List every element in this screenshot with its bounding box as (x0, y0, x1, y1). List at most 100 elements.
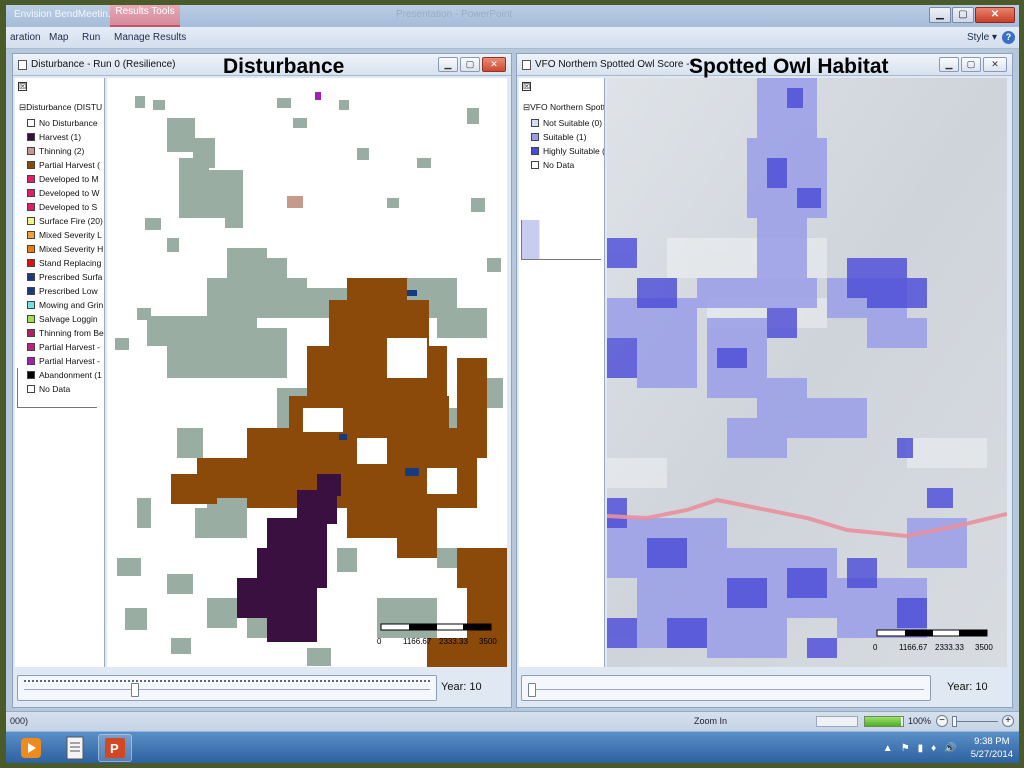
legend-header[interactable]: ⊟VFO Northern Spott (523, 102, 604, 113)
tab-preparation[interactable]: aration (10, 32, 41, 43)
mdi-close-button[interactable]: ✕ (983, 57, 1007, 72)
legend-item[interactable]: No Data (531, 158, 604, 172)
tab-run[interactable]: Run (82, 32, 100, 43)
timeline-slider-bar: Year: 10 (13, 667, 511, 707)
legend-label: Stand Replacing (39, 258, 102, 268)
action-center-flag-icon[interactable]: ⚑ (901, 743, 910, 754)
legend-label: Mixed Severity H (39, 244, 104, 254)
zoom-slider-thumb[interactable] (952, 716, 957, 727)
year-slider-thumb[interactable] (131, 683, 140, 697)
legend-list: Not Suitable (0) Suitable (1) Highly Suita… (531, 116, 604, 172)
style-menu[interactable]: Style ▾ (967, 32, 997, 43)
legend-item[interactable]: Stand Replacing (27, 256, 104, 270)
legend-toggle-icon[interactable]: ☒ (18, 82, 27, 91)
spotted-owl-map[interactable]: 0 1166.67 2333.33 3500 (607, 78, 1007, 668)
legend-swatch (27, 231, 35, 239)
tab-map[interactable]: Map (49, 32, 68, 43)
year-slider[interactable] (521, 675, 931, 701)
legend-item[interactable]: Salvage Loggin (27, 312, 104, 326)
scale-label-0: 0 (377, 637, 382, 646)
scale-label-1: 1166.67 (899, 643, 928, 652)
app-title: Envision BendMeetin... (14, 9, 117, 20)
legend-item[interactable]: Partial Harvest - (27, 340, 104, 354)
minimize-button[interactable]: ▁ (929, 7, 951, 23)
zoom-in-label: Zoom In (694, 716, 728, 726)
legend-label: No Data (543, 160, 575, 170)
year-slider-thumb[interactable] (528, 683, 536, 697)
help-icon[interactable]: ? (1002, 31, 1015, 44)
mdi-minimize-button[interactable]: ▁ (438, 57, 458, 72)
map-window-icon (522, 60, 531, 70)
mdi-restore-button[interactable]: ▢ (460, 57, 480, 72)
scale-label-3: 3500 (975, 643, 993, 652)
legend-histogram (17, 368, 97, 408)
legend-label: Not Suitable (0) (543, 118, 603, 128)
powerpoint-icon: P (105, 738, 125, 758)
mdi-controls: ▁ ▢ ✕ (438, 57, 506, 72)
maximize-button[interactable]: ▢ (952, 7, 974, 23)
slider-ticks (24, 680, 430, 682)
legend-label: Thinning from Be (39, 328, 104, 338)
mdi-close-button[interactable]: ✕ (482, 57, 506, 72)
legend-item[interactable]: Thinning from Be (27, 326, 104, 340)
mdi-minimize-button[interactable]: ▁ (939, 57, 959, 72)
legend-panel: ☒ ⊟Disturbance (DISTU No Disturbance Harv… (15, 78, 105, 683)
document-taskbar-button[interactable] (58, 734, 92, 762)
scale-label-0: 0 (873, 643, 878, 652)
powerpoint-taskbar-button[interactable]: P (98, 734, 132, 762)
year-slider[interactable] (17, 675, 437, 701)
workspace: Disturbance - Run 0 (Resilience) Disturb… (6, 49, 1019, 711)
legend-swatch (27, 161, 35, 169)
legend-label: Mowing and Grin (39, 300, 104, 310)
media-player-taskbar-button[interactable] (14, 734, 48, 762)
legend-swatch (531, 133, 539, 141)
clock[interactable]: 9:38 PM 5/27/2014 (971, 735, 1013, 761)
legend-item[interactable]: Suitable (1) (531, 130, 604, 144)
disturbance-map[interactable]: 0 1166.67 2333.33 3500 (107, 78, 507, 668)
legend-item[interactable]: Developed to S (27, 200, 104, 214)
legend-item[interactable]: Not Suitable (0) (531, 116, 604, 130)
legend-item[interactable]: Mowing and Grin (27, 298, 104, 312)
legend-item[interactable]: Highly Suitable ( (531, 144, 604, 158)
slider-line (24, 689, 430, 690)
close-button[interactable]: ✕ (975, 7, 1015, 23)
mdi-restore-button[interactable]: ▢ (961, 57, 981, 72)
legend-item[interactable]: Harvest (1) (27, 130, 104, 144)
legend-label: Thinning (2) (39, 146, 85, 156)
legend-swatch (531, 161, 539, 169)
legend-swatch (27, 189, 35, 197)
document-icon (66, 736, 84, 760)
legend-toggle-icon[interactable]: ☒ (522, 82, 531, 91)
show-hidden-icons-icon[interactable]: ▲ (883, 743, 893, 754)
legend-header[interactable]: ⊟Disturbance (DISTU (19, 102, 102, 113)
legend-label: Mixed Severity L (39, 230, 102, 240)
legend-item[interactable]: Developed to W (27, 186, 104, 200)
legend-label: Harvest (1) (39, 132, 82, 142)
zoom-in-button[interactable]: + (1002, 715, 1014, 727)
tab-manage-results[interactable]: Manage Results (114, 32, 186, 43)
legend-item[interactable]: No Disturbance (27, 116, 104, 130)
slide-title-disturbance: Disturbance (223, 55, 345, 78)
legend-item[interactable]: Surface Fire (20) (27, 214, 104, 228)
legend-swatch (27, 315, 35, 323)
legend-item[interactable]: Prescribed Low (27, 284, 104, 298)
zoom-out-button[interactable]: − (936, 715, 948, 727)
legend-swatch (27, 245, 35, 253)
legend-item[interactable]: Thinning (2) (27, 144, 104, 158)
legend-swatch (27, 357, 35, 365)
legend-label: Developed to S (39, 202, 98, 212)
legend-item[interactable]: Developed to M (27, 172, 104, 186)
clock-time: 9:38 PM (974, 736, 1010, 747)
legend-item[interactable]: Partial Harvest - (27, 354, 104, 368)
legend-item[interactable]: Mixed Severity H (27, 242, 104, 256)
legend-item[interactable]: Prescribed Surfa (27, 270, 104, 284)
volume-icon[interactable]: 🔊 (944, 743, 956, 754)
ribbon-tabs: aration Map Run Manage Results Style ▾ ? (6, 27, 1019, 49)
battery-icon[interactable]: ▮ (918, 743, 924, 754)
legend-list: No Disturbance Harvest (1) Thinning (2) Par… (27, 116, 104, 396)
legend-item[interactable]: Mixed Severity L (27, 228, 104, 242)
results-tools-context-tab[interactable]: Results Tools (110, 5, 180, 27)
legend-item[interactable]: Partial Harvest ( (27, 158, 104, 172)
zoom-slider[interactable] (952, 721, 998, 722)
network-icon[interactable]: ♦ (931, 743, 936, 754)
